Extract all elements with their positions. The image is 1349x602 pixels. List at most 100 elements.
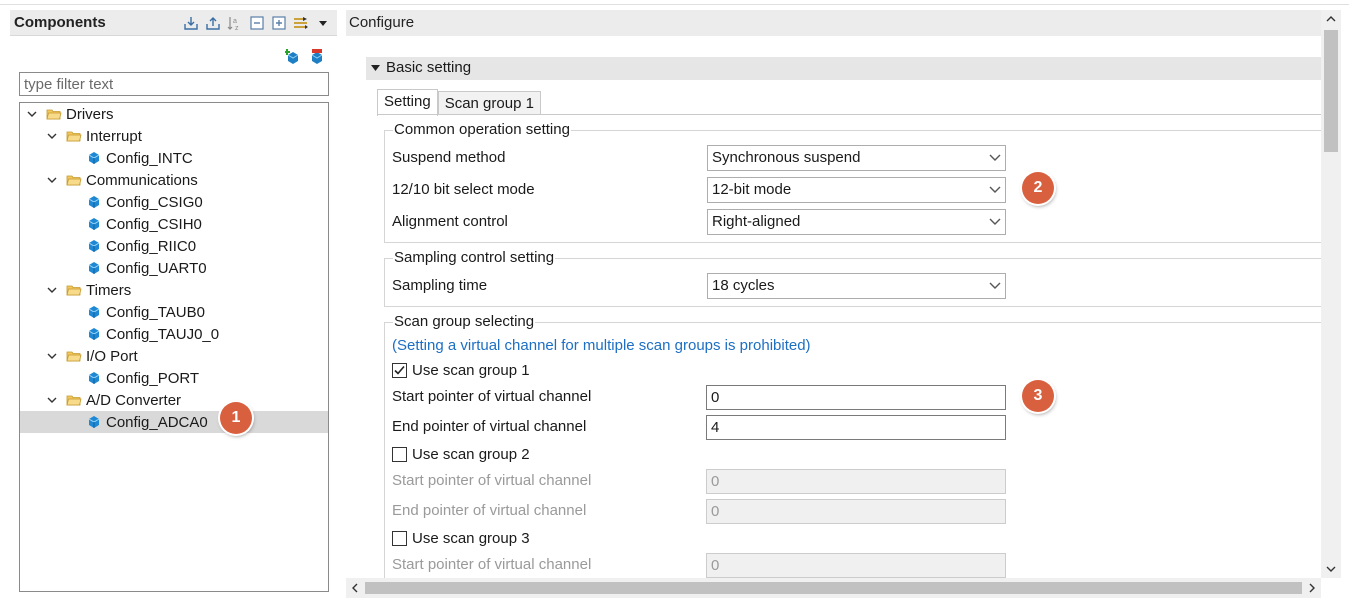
tab-setting[interactable]: Setting: [377, 89, 438, 116]
component-icon: [86, 150, 102, 166]
maximize-icon[interactable]: [271, 15, 287, 31]
sg1-end-pointer-label: End pointer of virtual channel: [392, 418, 587, 435]
use-scan-group-2-checkbox[interactable]: Use scan group 2: [392, 446, 530, 463]
tree-component-item[interactable]: Config_UART0: [20, 257, 328, 279]
add-component-icon[interactable]: [284, 48, 301, 64]
section-title: Basic setting: [386, 59, 472, 76]
tree-folder-item[interactable]: Communications: [20, 169, 328, 191]
component-actions: [284, 48, 325, 64]
minimize-icon[interactable]: [249, 15, 265, 31]
tree-component-item[interactable]: Config_CSIG0: [20, 191, 328, 213]
scan-group-note: (Setting a virtual channel for multiple …: [392, 337, 811, 354]
sg2-start-pointer-input: [706, 469, 1006, 494]
tree-item-label: Config_CSIH0: [106, 215, 202, 233]
scroll-right-icon[interactable]: [1303, 578, 1321, 598]
tab-scan-group-1[interactable]: Scan group 1: [437, 91, 541, 115]
sg3-start-pointer-input: [706, 553, 1006, 578]
callout-badge-3: 3: [1022, 380, 1054, 412]
sg1-start-pointer-label: Start pointer of virtual channel: [392, 388, 592, 405]
chevron-down-icon[interactable]: [46, 169, 58, 191]
tree-folder-item[interactable]: Timers: [20, 279, 328, 301]
tree-component-item[interactable]: Config_TAUJ0_0: [20, 323, 328, 345]
chevron-down-icon: [985, 178, 1005, 202]
folder-open-icon: [66, 392, 82, 408]
sg1-start-pointer-input[interactable]: [706, 385, 1006, 410]
components-panel: Components az type filter text Drivers I…: [10, 10, 337, 596]
bit-mode-select[interactable]: 12-bit mode: [707, 177, 1006, 203]
group-title: Scan group selecting: [393, 313, 536, 330]
tree-component-item[interactable]: Config_RIIC0: [20, 235, 328, 257]
sort-alpha-icon[interactable]: az: [227, 15, 243, 31]
callout-badge-2: 2: [1022, 172, 1054, 204]
alignment-control-select[interactable]: Right-aligned: [707, 209, 1006, 235]
sg2-start-pointer-label: Start pointer of virtual channel: [392, 472, 592, 489]
checkbox-label: Use scan group 3: [412, 530, 530, 547]
select-value: 18 cycles: [712, 277, 775, 294]
checkbox-label: Use scan group 2: [412, 446, 530, 463]
tree-item-label: Config_INTC: [106, 149, 193, 167]
checkbox-unchecked-icon: [392, 447, 407, 462]
tree-item-label: Config_RIIC0: [106, 237, 197, 255]
vertical-scrollbar[interactable]: [1321, 10, 1341, 578]
vertical-scroll-thumb[interactable]: [1324, 30, 1338, 152]
group-title: Common operation setting: [393, 121, 571, 138]
scroll-down-icon[interactable]: [1321, 560, 1341, 578]
select-value: Synchronous suspend: [712, 149, 861, 166]
tab-divider: [377, 114, 1321, 115]
use-scan-group-3-checkbox[interactable]: Use scan group 3: [392, 530, 530, 547]
collapse-icon[interactable]: [183, 15, 199, 31]
tree-component-item[interactable]: Config_PORT: [20, 367, 328, 389]
bit-mode-label: 12/10 bit select mode: [392, 181, 535, 198]
tab-bar: Setting Scan group 1: [377, 89, 541, 116]
tree-component-item[interactable]: Config_INTC: [20, 147, 328, 169]
checkbox-checked-icon: [392, 363, 407, 378]
alignment-control-label: Alignment control: [392, 213, 508, 230]
scroll-up-icon[interactable]: [1321, 10, 1341, 28]
tree-component-item[interactable]: Config_ADCA0: [20, 411, 328, 433]
chevron-down-icon[interactable]: [26, 103, 38, 125]
tree-item-label: Config_TAUB0: [106, 303, 205, 321]
folder-open-icon: [66, 348, 82, 364]
tree-component-item[interactable]: Config_CSIH0: [20, 213, 328, 235]
components-panel-header: Components az: [10, 10, 337, 36]
view-menu-icon[interactable]: [315, 15, 331, 31]
tree-folder-item[interactable]: A/D Converter: [20, 389, 328, 411]
chevron-down-icon[interactable]: [46, 389, 58, 411]
configure-panel-header: Configure: [346, 10, 1321, 36]
tree-folder-item[interactable]: I/O Port: [20, 345, 328, 367]
horizontal-scrollbar[interactable]: [346, 578, 1321, 598]
callout-badge-1: 1: [220, 402, 252, 434]
tree-item-label: Interrupt: [86, 127, 142, 145]
components-toolbar: az: [183, 15, 331, 31]
use-scan-group-1-checkbox[interactable]: Use scan group 1: [392, 362, 530, 379]
tree-folder-item[interactable]: Interrupt: [20, 125, 328, 147]
checkbox-label: Use scan group 1: [412, 362, 530, 379]
chevron-down-icon[interactable]: [46, 279, 58, 301]
tree-item-label: Config_UART0: [106, 259, 207, 277]
chevron-down-icon[interactable]: [46, 345, 58, 367]
tree-component-item[interactable]: Config_TAUB0: [20, 301, 328, 323]
suspend-method-select[interactable]: Synchronous suspend: [707, 145, 1006, 171]
sampling-time-select[interactable]: 18 cycles: [707, 273, 1006, 299]
tree-item-label: Config_ADCA0: [106, 413, 208, 431]
folder-open-icon: [66, 282, 82, 298]
scroll-left-icon[interactable]: [346, 578, 364, 598]
chevron-down-icon[interactable]: [46, 125, 58, 147]
filter-icon[interactable]: [293, 15, 309, 31]
remove-component-icon[interactable]: [309, 48, 325, 64]
sg2-end-pointer-label: End pointer of virtual channel: [392, 502, 587, 519]
expand-icon[interactable]: [205, 15, 221, 31]
tree-item-label: Config_PORT: [106, 369, 200, 387]
folder-open-icon: [66, 172, 82, 188]
group-title: Sampling control setting: [393, 249, 556, 266]
basic-setting-section[interactable]: Basic setting: [366, 57, 1321, 80]
horizontal-scroll-thumb[interactable]: [365, 582, 1302, 594]
filter-input[interactable]: [19, 72, 329, 96]
tree-folder-item[interactable]: Drivers: [20, 103, 328, 125]
sg1-end-pointer-input[interactable]: [706, 415, 1006, 440]
tree-item-label: Config_CSIG0: [106, 193, 203, 211]
folder-open-icon: [66, 128, 82, 144]
